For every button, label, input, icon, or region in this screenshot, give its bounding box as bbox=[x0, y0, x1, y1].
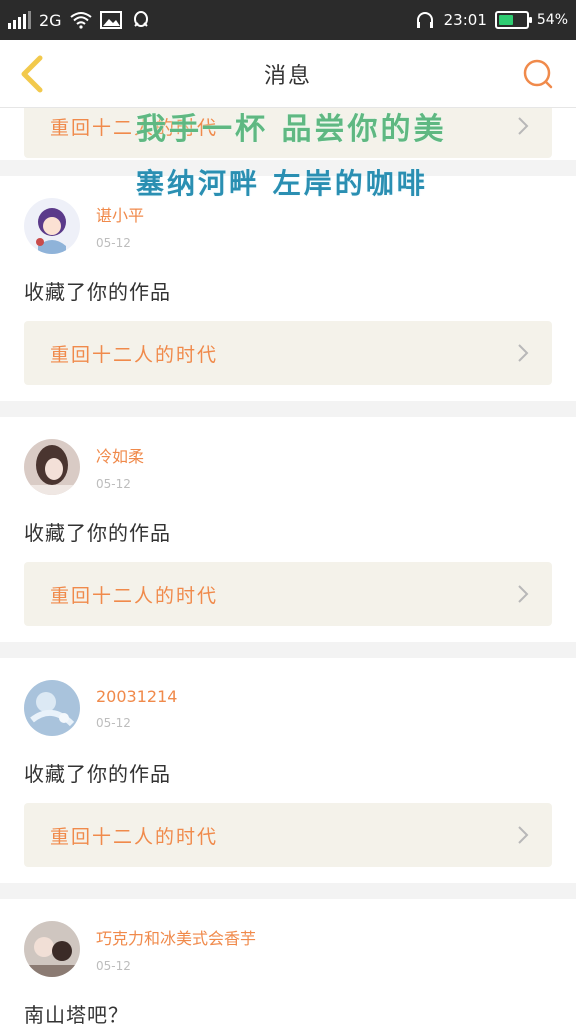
network-type: 2G bbox=[39, 10, 62, 30]
message-time: 05-12 bbox=[96, 236, 131, 250]
work-link-label: 重回十二人的时代 bbox=[50, 825, 219, 848]
work-link-label: 重回十二人的时代 bbox=[50, 116, 219, 139]
work-link[interactable]: 重回十二人的时代 bbox=[24, 108, 552, 158]
message-card: 冷如柔 05-12 收藏了你的作品 重回十二人的时代 bbox=[0, 417, 576, 642]
message-user-row: 巧克力和冰美式会香芋 05-12 bbox=[24, 921, 552, 977]
status-bar: 2G 23:01 54% bbox=[0, 0, 576, 40]
status-left: 2G bbox=[8, 11, 152, 30]
work-link[interactable]: 重回十二人的时代 bbox=[24, 562, 552, 626]
message-user-row: 20031214 05-12 bbox=[24, 680, 552, 736]
message-card: 20031214 05-12 收藏了你的作品 重回十二人的时代 bbox=[0, 658, 576, 883]
chevron-left-icon bbox=[21, 55, 43, 93]
avatar[interactable] bbox=[24, 439, 80, 495]
message-text: 收藏了你的作品 bbox=[24, 521, 171, 545]
search-icon bbox=[523, 59, 553, 89]
work-link[interactable]: 重回十二人的时代 bbox=[24, 321, 552, 385]
wifi-icon bbox=[69, 11, 92, 29]
back-button[interactable] bbox=[12, 52, 52, 96]
avatar[interactable] bbox=[24, 921, 80, 977]
battery-percent: 54% bbox=[536, 12, 568, 28]
signal-icon bbox=[8, 11, 31, 29]
message-text: 南山塔吧？ bbox=[24, 1003, 129, 1024]
chevron-right-icon bbox=[518, 585, 529, 603]
work-link-label: 重回十二人的时代 bbox=[50, 584, 219, 607]
message-user-row: 谌小平 05-12 bbox=[24, 198, 552, 254]
work-link[interactable]: 重回十二人的时代 bbox=[24, 803, 552, 867]
page-title: 消息 bbox=[263, 63, 312, 89]
chevron-right-icon bbox=[518, 344, 529, 362]
qq-icon bbox=[130, 11, 152, 29]
status-right: 23:01 54% bbox=[414, 11, 568, 29]
avatar[interactable] bbox=[24, 198, 80, 254]
message-time: 05-12 bbox=[96, 715, 131, 730]
user-name[interactable]: 20031214 bbox=[96, 687, 177, 706]
image-icon bbox=[99, 11, 122, 29]
user-name[interactable]: 谌小平 bbox=[96, 202, 144, 226]
chevron-right-icon bbox=[518, 117, 529, 135]
message-card: 谌小平 05-12 收藏了你的作品 重回十二人的时代 bbox=[0, 176, 576, 401]
search-button[interactable] bbox=[518, 54, 558, 94]
message-card-partial: 重回十二人的时代 bbox=[0, 108, 576, 160]
user-name[interactable]: 冷如柔 bbox=[96, 443, 144, 467]
battery-fill bbox=[498, 15, 513, 25]
message-text: 收藏了你的作品 bbox=[24, 762, 171, 786]
battery-icon bbox=[494, 11, 532, 29]
message-card: 巧克力和冰美式会香芋 05-12 南山塔吧？ bbox=[0, 899, 576, 1024]
work-link-label: 重回十二人的时代 bbox=[50, 343, 219, 366]
headset-icon bbox=[414, 11, 436, 29]
clock: 23:01 bbox=[443, 11, 487, 29]
message-time: 05-12 bbox=[96, 477, 131, 491]
avatar[interactable] bbox=[24, 680, 80, 736]
header-bar: 消息 bbox=[0, 40, 576, 108]
message-time: 05-12 bbox=[96, 959, 131, 973]
chevron-right-icon bbox=[518, 826, 529, 844]
message-user-row: 冷如柔 05-12 bbox=[24, 439, 552, 495]
user-name[interactable]: 巧克力和冰美式会香芋 bbox=[96, 925, 256, 949]
message-list: 重回十二人的时代 谌小平 05-12 收藏了你的作品 重回十二人的时代 冷如柔 … bbox=[0, 108, 576, 1024]
message-text: 收藏了你的作品 bbox=[24, 280, 171, 304]
